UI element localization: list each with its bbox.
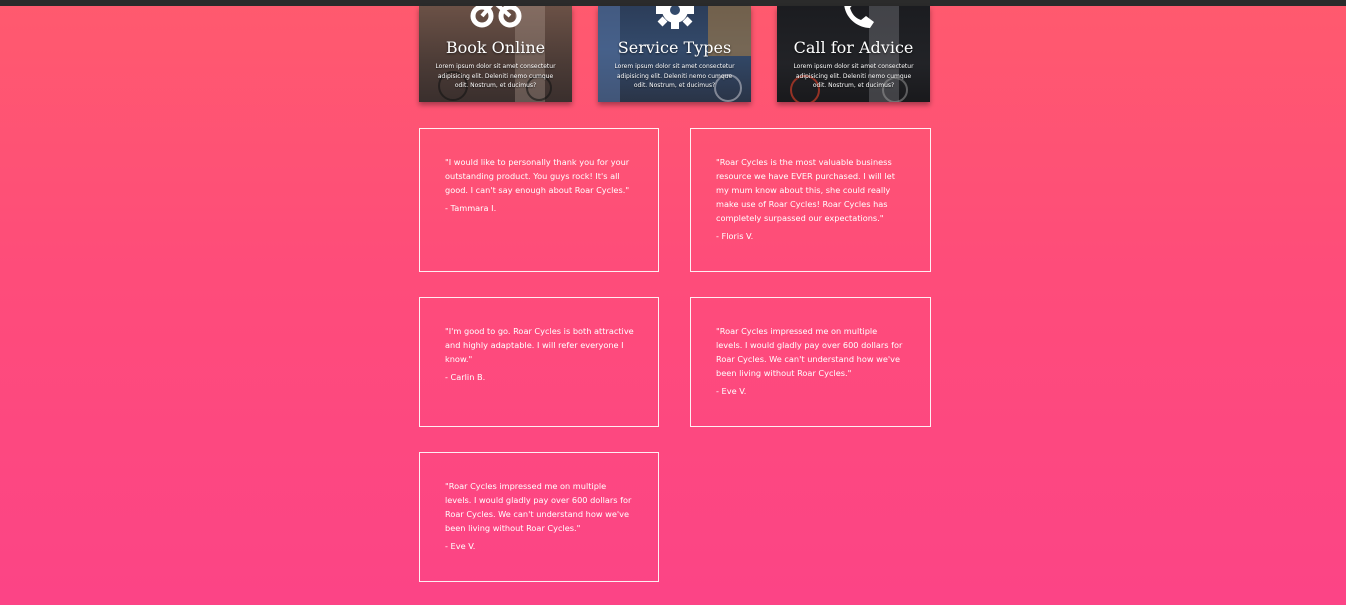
service-description: Lorem ipsum dolor sit amet consectetur a… xyxy=(793,63,914,89)
service-card-call-for-advice[interactable]: Call for Advice Lorem ipsum dolor sit am… xyxy=(777,6,930,102)
service-description: Lorem ipsum dolor sit amet consectetur a… xyxy=(614,63,735,89)
testimonial-quote: "Roar Cycles is the most valuable busine… xyxy=(716,157,895,223)
service-title: Service Types xyxy=(617,38,732,57)
testimonial-card: "I'm good to go. Roar Cycles is both att… xyxy=(419,297,659,427)
testimonial-quote: "Roar Cycles impressed me on multiple le… xyxy=(445,481,632,533)
testimonial-quote: "I'm good to go. Roar Cycles is both att… xyxy=(445,326,634,364)
phone-icon xyxy=(843,6,874,28)
service-title: Call for Advice xyxy=(793,38,914,57)
gear-icon xyxy=(655,6,694,29)
testimonial-quote: "Roar Cycles impressed me on multiple le… xyxy=(716,326,903,378)
bicycle-icon xyxy=(470,6,521,28)
testimonial-author: - Tammara I. xyxy=(445,203,497,213)
service-card-book-online[interactable]: Book Online Lorem ipsum dolor sit amet c… xyxy=(419,6,572,102)
service-card-service-types[interactable]: Service Types Lorem ipsum dolor sit amet… xyxy=(598,6,751,102)
service-title: Book Online xyxy=(445,38,546,57)
service-description: Lorem ipsum dolor sit amet consectetur a… xyxy=(435,63,556,89)
testimonial-author: - Floris V. xyxy=(716,231,754,241)
testimonial-card: "Roar Cycles is the most valuable busine… xyxy=(690,128,931,272)
testimonial-card: "Roar Cycles impressed me on multiple le… xyxy=(419,452,659,582)
testimonial-card: "Roar Cycles impressed me on multiple le… xyxy=(690,297,931,427)
testimonial-author: - Carlin B. xyxy=(445,372,486,382)
testimonial-quote: "I would like to personally thank you fo… xyxy=(445,157,630,195)
testimonial-author: - Eve V. xyxy=(445,541,476,551)
testimonial-author: - Eve V. xyxy=(716,386,747,396)
testimonial-card: "I would like to personally thank you fo… xyxy=(419,128,659,272)
